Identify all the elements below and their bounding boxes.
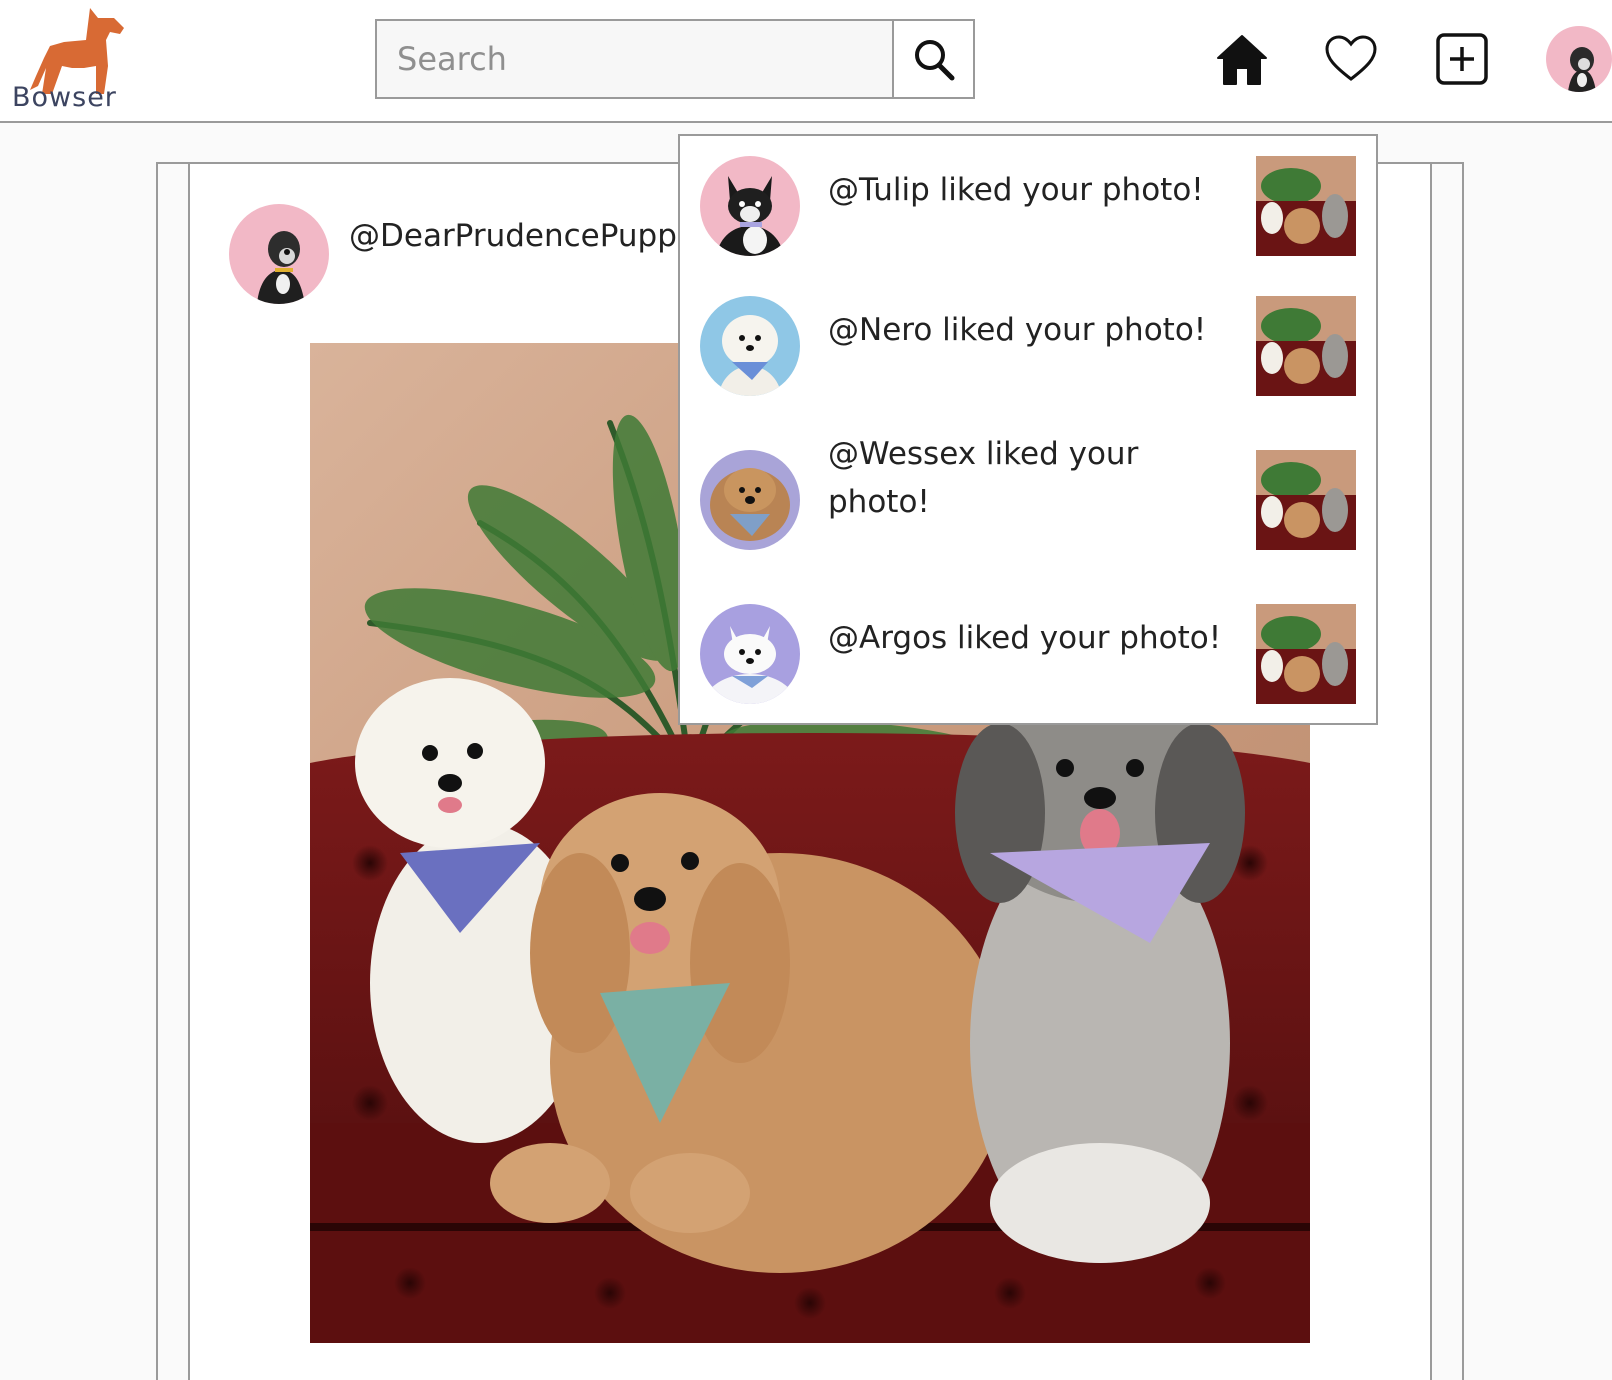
notification-photo-thumbnail[interactable] (1256, 296, 1356, 396)
notification-text: @Nero liked your photo! (828, 312, 1207, 348)
search-input[interactable] (377, 21, 892, 97)
post-thumbnail-image (1256, 604, 1356, 704)
post-author-avatar[interactable] (229, 204, 329, 304)
post-thumbnail-image (1256, 450, 1356, 550)
post-author-username[interactable]: @DearPrudencePupp (349, 218, 677, 254)
home-icon (1217, 35, 1267, 85)
dog-avatar-icon (257, 231, 305, 304)
notification-text: @Tulip liked your photo! (828, 172, 1204, 208)
dog-avatar-icon (718, 315, 782, 396)
search-bar (375, 19, 975, 99)
search-button[interactable] (892, 21, 973, 97)
notifications-dropdown: @Tulip liked your photo! @Nero liked you… (678, 134, 1378, 725)
notification-photo-thumbnail[interactable] (1256, 604, 1356, 704)
top-navbar: Bowser (0, 0, 1612, 123)
notification-avatar[interactable] (700, 604, 800, 704)
notification-text: @Argos liked your photo! (828, 620, 1222, 656)
search-icon (914, 40, 954, 81)
home-button[interactable] (1214, 31, 1270, 87)
bowser-logo[interactable]: Bowser (10, 6, 135, 114)
notification-photo-thumbnail[interactable] (1256, 156, 1356, 256)
notification-avatar[interactable] (700, 156, 800, 256)
dog-avatar-icon (700, 626, 800, 704)
notification-text: @Wessex liked your photo! (828, 436, 1139, 520)
post-thumbnail-image (1256, 296, 1356, 396)
heart-icon (1325, 35, 1377, 81)
notification-avatar[interactable] (700, 450, 800, 550)
profile-avatar[interactable] (1546, 26, 1612, 92)
new-post-button[interactable] (1434, 31, 1490, 87)
post-thumbnail-image (1256, 156, 1356, 256)
dog-avatar-icon (710, 468, 790, 541)
dog-avatar-icon (1568, 47, 1596, 92)
notification-avatar[interactable] (700, 296, 800, 396)
brand-name: Bowser (12, 82, 117, 113)
notification-photo-thumbnail[interactable] (1256, 450, 1356, 550)
notifications-button[interactable] (1323, 31, 1379, 87)
dog-avatar-icon (716, 176, 784, 256)
add-post-icon (1436, 33, 1488, 85)
